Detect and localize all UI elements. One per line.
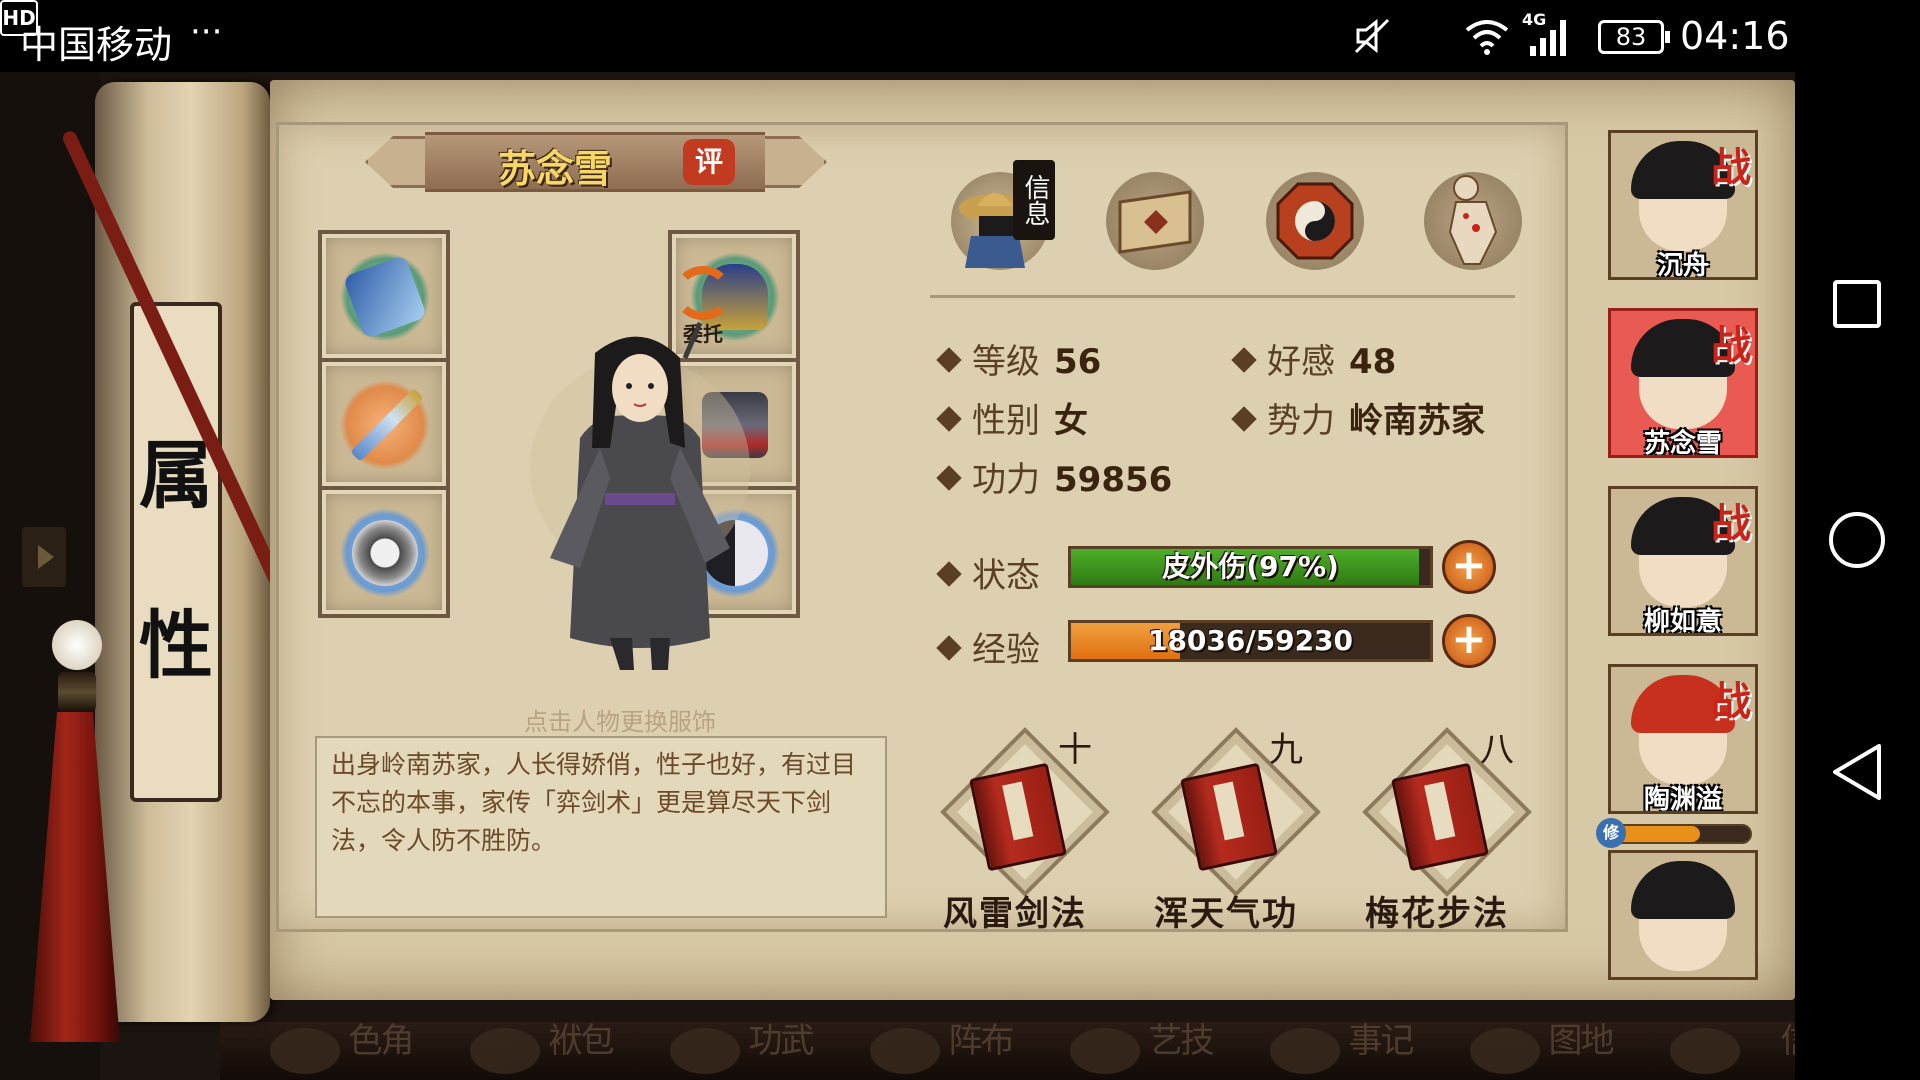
tassel-cap <box>58 672 96 712</box>
tab-meridians[interactable] <box>1418 160 1528 276</box>
party-member-portrait-selected[interactable]: 战 苏念雪 <box>1608 308 1758 458</box>
meridian-body-icon <box>1448 175 1498 265</box>
change-outfit-hint: 点击人物更换服饰 <box>524 708 716 736</box>
party-member-name: 苏念雪 <box>1643 429 1722 458</box>
signal-icon <box>1530 20 1566 56</box>
skill-level: 十 <box>1058 730 1092 770</box>
party-member-portrait[interactable]: 战 沉舟 <box>1608 130 1758 280</box>
stat-gender: 性别女 <box>936 393 1088 442</box>
more-notifications-icon: ··· <box>190 12 223 52</box>
divider <box>930 295 1515 298</box>
party-member-name: 陶渊溢 <box>1643 785 1722 814</box>
bagua-icon <box>1276 182 1354 260</box>
status-text: 皮外伤(97%) <box>1162 550 1339 583</box>
skill-level: 八 <box>1480 730 1514 770</box>
equip-slot-ring[interactable] <box>318 486 450 618</box>
navigation-bar <box>1795 72 1920 1080</box>
stat-power: 功力 59856 <box>936 452 1172 501</box>
skill-name: 梅花步法 <box>1365 894 1509 934</box>
menu-martial-arts[interactable]: 武功 <box>650 1022 820 1080</box>
stat-affinity: 好感 48 <box>1231 334 1396 383</box>
character-bio: 出身岭南苏家，人长得娇俏，性子也好，有过目不忘的本事，家传「弈剑术」更是算尽天下… <box>315 736 887 918</box>
menu-map[interactable]: 地图 <box>1450 1022 1620 1080</box>
review-button[interactable]: 评 <box>683 139 735 185</box>
equip-slot-bracers[interactable] <box>318 230 450 362</box>
cultivation-bar: 修 <box>1596 818 1752 848</box>
party-member-name: 柳如意 <box>1643 607 1722 636</box>
name-banner: 苏念雪 评 <box>365 126 827 198</box>
battle-badge: 战 <box>1711 678 1751 725</box>
recent-apps-icon[interactable] <box>1831 278 1883 330</box>
battle-badge: 战 <box>1711 144 1751 191</box>
mute-icon <box>1354 18 1390 54</box>
party-member-portrait[interactable]: 战 柳如意 <box>1608 486 1758 636</box>
menu-bag[interactable]: 包袱 <box>450 1022 620 1080</box>
equip-slot-weapon[interactable] <box>318 358 450 490</box>
stat-level: 等级 56 <box>936 334 1101 383</box>
clock: 04:16 <box>1680 14 1790 58</box>
status-bar: 中国移动 ··· HD 4G 83 04:16 <box>0 0 1920 72</box>
bottom-menu: 角色 包袱 武功 布阵 技艺 记事 地图 信 <box>220 1022 1795 1080</box>
skills-menu-icon <box>1070 1028 1140 1074</box>
skill-name: 浑天气功 <box>1154 894 1298 934</box>
status-bar-meter: 皮外伤(97%) <box>1068 546 1433 588</box>
scroll-roller: 属 性 <box>95 82 270 1022</box>
menu-formation[interactable]: 布阵 <box>850 1022 1020 1080</box>
menu-skills[interactable]: 技艺 <box>1050 1022 1220 1080</box>
experience-text: 18036/59230 <box>1147 624 1354 657</box>
letter-menu-icon <box>1670 1028 1740 1074</box>
martial-arts-menu-icon <box>670 1028 740 1074</box>
tassel-bead <box>52 620 102 670</box>
bag-menu-icon <box>470 1028 540 1074</box>
experience-label: 经验 <box>936 622 1040 671</box>
stat-faction: 势力 岭南苏家 <box>1231 393 1485 442</box>
menu-character[interactable]: 角色 <box>250 1022 420 1080</box>
battle-badge: 战 <box>1711 322 1751 369</box>
formation-menu-icon <box>870 1028 940 1074</box>
skill-name: 风雷剑法 <box>943 894 1087 934</box>
map-menu-icon <box>1470 1028 1540 1074</box>
party-member-name: 沉舟 <box>1656 251 1709 280</box>
tab-formation[interactable] <box>1260 160 1370 276</box>
battle-badge: 战 <box>1711 500 1751 547</box>
tab-scroll[interactable] <box>1100 160 1210 276</box>
home-icon[interactable] <box>1827 510 1887 570</box>
status-label: 状态 <box>936 548 1040 597</box>
character-name: 苏念雪 <box>497 147 612 191</box>
skill-slot[interactable]: 十 风雷剑法 <box>930 722 1110 934</box>
tab-info[interactable]: 信息 <box>945 160 1055 276</box>
menu-letter[interactable]: 信 <box>1650 1022 1795 1080</box>
party-member-portrait[interactable] <box>1608 850 1758 980</box>
character-menu-icon <box>270 1028 340 1074</box>
skill-level: 九 <box>1269 730 1303 770</box>
battery-icon: 83 <box>1598 20 1670 54</box>
scroll-map-icon <box>1118 190 1192 254</box>
ring-icon <box>352 520 418 586</box>
wifi-icon <box>1465 20 1509 55</box>
skill-slot[interactable]: 八 梅花步法 <box>1352 722 1532 934</box>
cultivation-label: 修 <box>1596 818 1626 848</box>
heal-plus-button[interactable]: + <box>1442 540 1496 594</box>
character-sprite[interactable] <box>510 318 770 678</box>
skill-slot[interactable]: 九 浑天气功 <box>1141 722 1321 934</box>
refresh-icon <box>674 266 732 320</box>
game-screen: 角色 包袱 武功 布阵 技艺 记事 地图 信 属 性 苏念雪 评 委托 点击人物… <box>0 72 1795 1080</box>
menu-journal[interactable]: 记事 <box>1250 1022 1420 1080</box>
carrier-name: 中国移动 <box>20 23 173 67</box>
experience-bar: 18036/59230 <box>1068 620 1433 662</box>
attributes-panel: 苏念雪 评 委托 点击人物更换服饰 出身岭南苏家，人长得娇俏，性子也好，有过目不… <box>270 80 1795 1000</box>
exp-plus-button[interactable]: + <box>1442 614 1496 668</box>
info-tab-label: 信息 <box>1013 160 1055 240</box>
party-member-portrait[interactable]: 战 陶渊溢 <box>1608 664 1758 814</box>
back-icon[interactable] <box>1829 742 1885 802</box>
journal-menu-icon <box>1270 1028 1340 1074</box>
expand-arrow-icon[interactable] <box>22 527 66 587</box>
